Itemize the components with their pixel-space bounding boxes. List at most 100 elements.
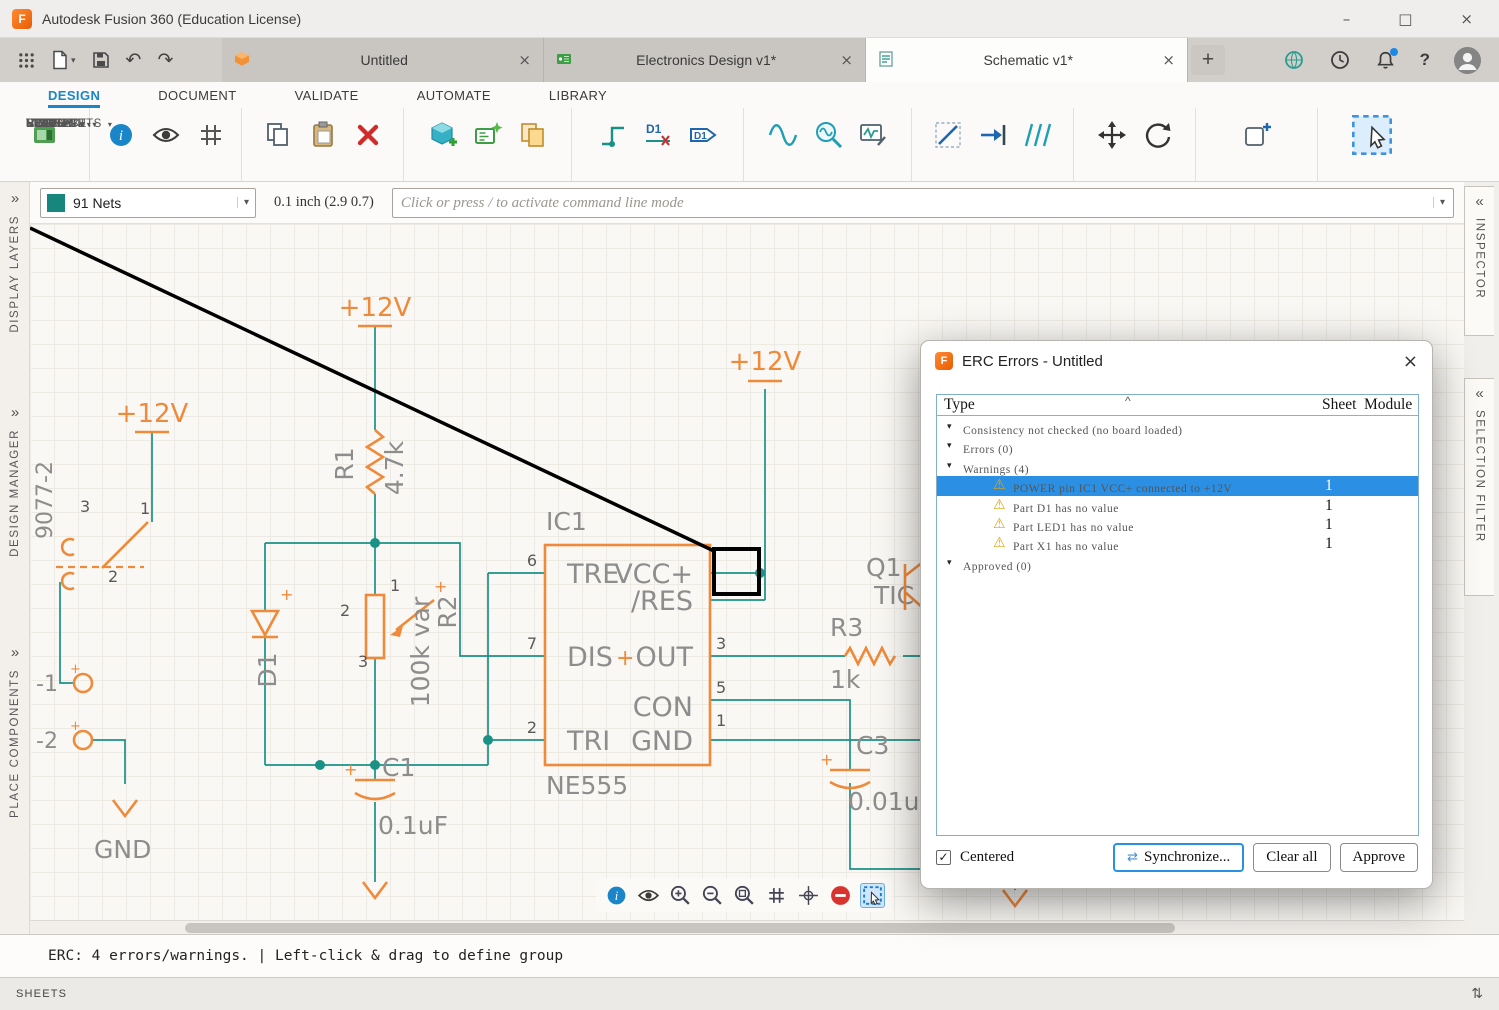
tree-row-approved[interactable]: ▾ Approved (0) <box>937 554 1418 573</box>
centered-checkbox[interactable]: ✓ <box>936 850 951 865</box>
component-switch-9077[interactable]: 9077-2 3 1 2 <box>33 461 150 589</box>
notifications-bell-icon[interactable] <box>1375 50 1396 71</box>
file-menu-icon[interactable]: ▾ <box>51 50 76 70</box>
component-r1[interactable]: R1 4.7k <box>330 430 409 495</box>
component-r2-pot[interactable]: R2 100k var 2 3 1 + <box>340 576 462 707</box>
app-grid-icon[interactable] <box>18 52 35 69</box>
net-tag-icon[interactable]: D1 <box>687 119 719 151</box>
component-r3[interactable]: R3 1k <box>830 613 895 694</box>
net-tool-icon[interactable] <box>597 119 629 151</box>
zoom-in-icon[interactable] <box>668 883 693 908</box>
visibility-eye-icon[interactable] <box>150 119 182 151</box>
menu-design[interactable]: DESIGN <box>48 88 100 108</box>
sine-wave-icon[interactable] <box>767 119 799 151</box>
warning-row-led1[interactable]: ⚠ Part LED1 has no value 1 <box>937 515 1418 534</box>
tab-schematic[interactable]: Schematic v1* × <box>866 38 1188 82</box>
draw-line-icon[interactable] <box>932 119 964 151</box>
warning-row-d1[interactable]: ⚠ Part D1 has no value 1 <box>937 496 1418 515</box>
expand-panel-icon[interactable]: » <box>11 190 19 207</box>
tree-caret-icon[interactable]: ▾ <box>947 554 952 573</box>
approve-button[interactable]: Approve <box>1340 843 1419 872</box>
origin-crosshair-icon[interactable] <box>796 883 821 908</box>
column-module[interactable]: Module <box>1364 396 1412 414</box>
layer-nets-dropdown[interactable]: 91 Nets ▾ <box>40 188 256 218</box>
tree-row-errors[interactable]: ▾ Errors (0) <box>937 437 1418 456</box>
close-icon[interactable]: × <box>518 51 531 69</box>
select-tool-icon[interactable] <box>1348 111 1396 159</box>
close-button[interactable]: × <box>1460 10 1473 28</box>
zoom-out-icon[interactable] <box>700 883 725 908</box>
tree-caret-icon[interactable]: ▾ <box>947 418 952 437</box>
collapse-panel-icon[interactable]: « <box>1475 193 1483 210</box>
dialog-title-bar[interactable]: F ERC Errors - Untitled × <box>921 341 1432 381</box>
tab-untitled[interactable]: Untitled × <box>222 38 544 82</box>
skew-lines-icon[interactable] <box>1022 119 1054 151</box>
expand-sheets-icon[interactable]: ⇅ <box>1471 986 1483 1002</box>
undo-icon[interactable]: ↶ <box>126 49 142 71</box>
panel-place-components[interactable]: » PLACE COMPONENTS <box>0 644 30 818</box>
menu-document[interactable]: DOCUMENT <box>158 88 236 108</box>
help-icon[interactable]: ? <box>1420 50 1430 70</box>
remove-icon[interactable] <box>828 883 853 908</box>
close-icon[interactable]: × <box>1162 51 1175 69</box>
panel-inspector[interactable]: « INSPECTOR <box>1464 186 1494 336</box>
synchronize-button[interactable]: ⇄ Synchronize... <box>1113 843 1244 872</box>
minimize-button[interactable]: – <box>1343 10 1351 28</box>
command-line-input[interactable] <box>401 194 1433 211</box>
redo-icon[interactable]: ↷ <box>157 49 173 71</box>
grid-icon[interactable] <box>764 883 789 908</box>
job-status-icon[interactable] <box>1283 49 1305 71</box>
column-sheet[interactable]: Sheet <box>1322 396 1356 414</box>
horizontal-scrollbar[interactable] <box>30 920 1464 934</box>
info-icon[interactable]: i <box>604 883 629 908</box>
panel-design-manager[interactable]: » DESIGN MANAGER <box>0 404 30 557</box>
warning-row-x1[interactable]: ⚠ Part X1 has no value 1 <box>937 534 1418 553</box>
tree-caret-icon[interactable]: ▾ <box>947 457 952 476</box>
move-icon[interactable] <box>1096 119 1128 151</box>
paste-icon[interactable] <box>307 119 339 151</box>
component-conn2[interactable]: -2 + <box>36 719 92 754</box>
collapse-panel-icon[interactable]: « <box>1475 385 1483 402</box>
warning-row-power-pin[interactable]: ⚠ POWER pin IC1 VCC+ connected to +12V 1 <box>937 476 1418 495</box>
expand-panel-icon[interactable]: » <box>11 404 19 421</box>
menu-automate[interactable]: AUTOMATE <box>417 88 491 108</box>
visibility-eye-icon[interactable] <box>636 883 661 908</box>
power-symbols[interactable]: +12V +12V +12V <box>116 293 802 432</box>
history-clock-icon[interactable] <box>1329 49 1351 71</box>
oscilloscope-icon[interactable] <box>857 119 889 151</box>
expand-panel-icon[interactable]: » <box>11 644 19 661</box>
net-label-icon[interactable]: D1 <box>642 119 674 151</box>
grid-settings-icon[interactable] <box>195 119 227 151</box>
group-label[interactable]: SELECT▾ <box>26 118 84 130</box>
wire-stub-icon[interactable] <box>977 119 1009 151</box>
delete-icon[interactable] <box>352 119 384 151</box>
panel-display-layers[interactable]: » DISPLAY LAYERS <box>0 190 30 333</box>
tab-electronics-design[interactable]: Electronics Design v1* × <box>544 38 866 82</box>
copy-icon[interactable] <box>262 119 294 151</box>
place-part-icon[interactable] <box>427 119 459 151</box>
zoom-fit-icon[interactable] <box>732 883 757 908</box>
panel-selection-filter[interactable]: « SELECTION FILTER <box>1464 378 1494 596</box>
component-c3[interactable]: C3 0.01u + <box>820 731 920 816</box>
menu-library[interactable]: LIBRARY <box>549 88 607 108</box>
place-sheet-icon[interactable] <box>517 119 549 151</box>
erc-table-header[interactable]: Type ^ Sheet Module <box>937 395 1418 416</box>
new-tab-button[interactable]: + <box>1191 45 1225 75</box>
tree-row-consistency[interactable]: ▾ Consistency not checked (no board load… <box>937 418 1418 437</box>
tree-caret-icon[interactable]: ▾ <box>947 437 952 456</box>
rotate-icon[interactable] <box>1141 119 1173 151</box>
close-icon[interactable]: × <box>840 51 853 69</box>
place-board-icon[interactable] <box>472 119 504 151</box>
shortcuts-icon[interactable] <box>1241 119 1273 151</box>
component-conn1[interactable]: -1 + <box>36 662 92 697</box>
component-c1[interactable]: C1 0.1uF + <box>344 753 448 840</box>
clear-all-button[interactable]: Clear all <box>1253 843 1330 872</box>
tree-row-warnings[interactable]: ▾ Warnings (4) <box>937 457 1418 476</box>
menu-validate[interactable]: VALIDATE <box>295 88 359 108</box>
column-type[interactable]: Type <box>944 396 975 414</box>
component-q1[interactable]: Q1 TIC <box>866 553 923 610</box>
select-mode-icon[interactable] <box>860 883 885 908</box>
horizontal-scroll-thumb[interactable] <box>185 923 1175 933</box>
save-icon[interactable] <box>92 51 110 69</box>
maximize-button[interactable]: □ <box>1398 10 1412 28</box>
